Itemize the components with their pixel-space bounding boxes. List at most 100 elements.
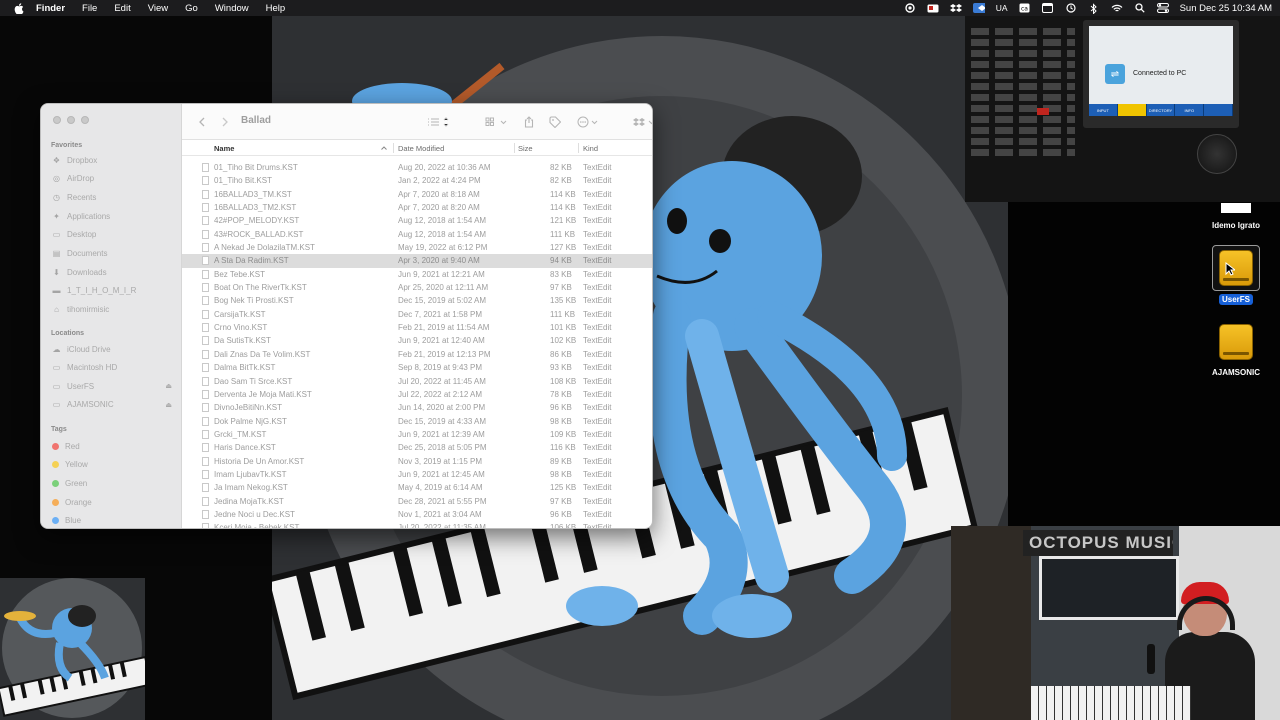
file-row[interactable]: Dali Znas Da Te Volim.KST Feb 21, 2019 at… [182, 348, 652, 361]
sidebar-item-orange[interactable]: Orange [52, 495, 176, 509]
screen-record-icon[interactable] [904, 3, 916, 13]
file-row[interactable]: Bez Tebe.KST Jun 9, 2021 at 12:21 AM 83 KB… [182, 268, 652, 281]
sidebar-item-red[interactable]: Red [52, 439, 176, 453]
file-row[interactable]: CarsijaTk.KST Dec 7, 2021 at 1:58 PM 111 K… [182, 308, 652, 321]
file-row[interactable]: Da SutisTk.KST Jun 9, 2021 at 12:40 AM 102… [182, 334, 652, 347]
file-row[interactable]: Jedina MojaTk.KST Dec 28, 2021 at 5:55 PM… [182, 495, 652, 508]
file-date-modified: Dec 7, 2021 at 1:58 PM [398, 309, 483, 319]
file-row[interactable]: Jedne Noci u Dec.KST Nov 1, 2021 at 3:04 … [182, 508, 652, 521]
file-row[interactable]: Imam LjubavTk.KST Jun 9, 2021 at 12:45 AM… [182, 468, 652, 481]
wifi-icon[interactable] [1111, 3, 1123, 13]
sidebar-item-1-t-i-h-o-m-i-r[interactable]: ▬ 1_T_I_H_O_M_I_R [52, 284, 176, 298]
document-icon [202, 509, 209, 519]
column-name[interactable]: Name [214, 144, 234, 153]
window-icon[interactable] [1042, 3, 1054, 13]
time-machine-icon[interactable] [1065, 3, 1077, 13]
close-button[interactable] [53, 116, 61, 124]
file-row[interactable]: Haris Dance.KST Dec 25, 2018 at 5:05 PM 11… [182, 441, 652, 454]
display-icon[interactable]: ca [1019, 3, 1031, 13]
sidebar-item-green[interactable]: Green [52, 476, 176, 490]
file-kind: TextEdit [583, 243, 612, 253]
file-row[interactable]: Dao Sam Ti Srce.KST Jul 20, 2022 at 11:45… [182, 375, 652, 388]
file-row[interactable]: DivnoJeBitiNn.KST Jun 14, 2020 at 2:00 PM… [182, 401, 652, 414]
tag-color-icon [52, 479, 59, 487]
bluetooth-icon[interactable] [1088, 2, 1100, 14]
menu-file[interactable]: File [82, 3, 97, 14]
file-row[interactable]: 16BALLAD3_TM2.KST Apr 7, 2020 at 8:20 AM 1… [182, 201, 652, 214]
file-row[interactable]: Kceri Moja - Bebek.KST Jul 20, 2022 at 11… [182, 521, 652, 528]
clock[interactable]: Sun Dec 25 10:34 AM [1180, 3, 1272, 14]
document-icon [202, 176, 209, 186]
file-row[interactable]: Bog Nek Ti Prosti.KST Dec 15, 2019 at 5:0… [182, 294, 652, 307]
column-kind[interactable]: Kind [583, 144, 598, 153]
desktop-icon-userfs[interactable]: UserFS [1201, 245, 1271, 305]
view-list-button[interactable] [426, 114, 452, 129]
sidebar-item-downloads[interactable]: ⬇ Downloads [52, 265, 176, 279]
sidebar-item-applications[interactable]: ✦ Applications [52, 209, 176, 223]
zoom-button[interactable] [81, 116, 89, 124]
group-button[interactable] [484, 114, 510, 129]
input-source-indicator[interactable]: UA [996, 3, 1008, 13]
menu-finder[interactable]: Finder [36, 3, 65, 14]
column-size[interactable]: Size [518, 144, 533, 153]
file-row[interactable]: 01_Tiho Bit Drums.KST Aug 20, 2022 at 10:… [182, 161, 652, 174]
share-button[interactable] [522, 114, 536, 129]
sidebar-item-airdrop[interactable]: ◎ AirDrop [52, 172, 176, 186]
file-row[interactable]: Historia De Un Amor.KST Nov 3, 2019 at 1:… [182, 455, 652, 468]
menu-window[interactable]: Window [215, 3, 249, 14]
sidebar-item-macintosh-hd[interactable]: ▭ Macintosh HD [52, 361, 176, 375]
tag-button[interactable] [548, 114, 562, 129]
sidebar-item-ajamsonic[interactable]: ▭ AJAMSONIC ⏏ [52, 398, 176, 412]
file-name: 42#POP_MELODY.KST [214, 216, 300, 226]
minimize-button[interactable] [67, 116, 75, 124]
search-icon[interactable] [1134, 3, 1146, 13]
menu-go[interactable]: Go [185, 3, 198, 14]
file-row[interactable]: Ja Imam Nekog.KST May 4, 2019 at 6:14 AM 1… [182, 481, 652, 494]
document-icon [202, 243, 209, 253]
file-row[interactable]: Boat On The RiverTk.KST Apr 25, 2020 at 1… [182, 281, 652, 294]
file-row[interactable]: 42#POP_MELODY.KST Aug 12, 2018 at 1:54 AM… [182, 214, 652, 227]
sidebar-item-blue[interactable]: Blue [52, 514, 176, 528]
control-center-icon[interactable] [1156, 3, 1169, 13]
eject-icon[interactable]: ⏏ [165, 401, 172, 409]
camera-indicator-icon[interactable] [927, 3, 939, 13]
menu-edit[interactable]: Edit [114, 3, 130, 14]
menu-view[interactable]: View [148, 3, 168, 14]
sidebar-item-desktop[interactable]: ▭ Desktop [52, 228, 176, 242]
file-list[interactable]: 01_Tiho Bit Drums.KST Aug 20, 2022 at 10:… [182, 161, 652, 528]
desktop-icon-idemo-igrato[interactable]: Idemo Igrato [1201, 201, 1271, 231]
vpn-icon[interactable] [972, 3, 985, 13]
sidebar-item-recents[interactable]: ◷ Recents [52, 190, 176, 204]
column-date-modified[interactable]: Date Modified [398, 144, 444, 153]
back-button[interactable] [196, 114, 208, 129]
file-row[interactable]: Dalma BitTk.KST Sep 8, 2019 at 9:43 PM 93 … [182, 361, 652, 374]
file-row[interactable]: 01_Tiho Bit.KST Jan 2, 2022 at 4:24 PM 82 … [182, 174, 652, 187]
eject-icon[interactable]: ⏏ [165, 382, 172, 390]
sidebar-item-icloud-drive[interactable]: ☁ iCloud Drive [52, 342, 176, 356]
apple-menu-icon[interactable] [12, 1, 26, 15]
file-kind: TextEdit [583, 296, 612, 306]
dropbox-status-icon[interactable] [949, 3, 962, 13]
document-icon [202, 189, 209, 199]
menu-help[interactable]: Help [266, 3, 286, 14]
file-row[interactable]: Derventa Je Moja Mati.KST Jul 22, 2022 at… [182, 388, 652, 401]
sidebar-item-tihomirmisic[interactable]: ⌂ tihomirmisic [52, 303, 176, 317]
action-button[interactable] [576, 114, 600, 129]
finder-window[interactable]: Favorites ❖ Dropbox ◎ AirDrop ◷ Recents ✦ Applic… [40, 103, 653, 529]
file-row[interactable]: 16BALLAD3_TM.KST Apr 7, 2020 at 8:18 AM 11… [182, 188, 652, 201]
sidebar-item-documents[interactable]: ▤ Documents [52, 247, 176, 261]
file-row[interactable]: Dok Palme NjG.KST Dec 15, 2019 at 4:33 AM… [182, 415, 652, 428]
dropbox-toolbar-button[interactable] [632, 114, 652, 129]
forward-button[interactable] [219, 114, 231, 129]
file-row[interactable]: A Sta Da Radim.KST Apr 3, 2020 at 9:40 AM… [182, 254, 652, 268]
sidebar-item-dropbox[interactable]: ❖ Dropbox [52, 153, 176, 167]
file-date-modified: Aug 20, 2022 at 10:36 AM [398, 163, 491, 172]
file-row[interactable]: Grcki_TM.KST Jun 9, 2021 at 12:39 AM 109 K… [182, 428, 652, 441]
file-date-modified: Jun 14, 2020 at 2:00 PM [398, 403, 486, 413]
file-row[interactable]: Crno Vino.KST Feb 21, 2019 at 11:54 AM 101… [182, 321, 652, 334]
sidebar-item-userfs[interactable]: ▭ UserFS ⏏ [52, 379, 176, 393]
file-row[interactable]: A Nekad Je DolazilaTM.KST May 19, 2022 at… [182, 241, 652, 254]
file-row[interactable]: 43#ROCK_BALLAD.KST Aug 12, 2018 at 1:54 A… [182, 228, 652, 241]
sidebar-item-yellow[interactable]: Yellow [52, 458, 176, 472]
desktop-icon-ajamsonic[interactable]: AJAMSONIC [1201, 322, 1271, 378]
